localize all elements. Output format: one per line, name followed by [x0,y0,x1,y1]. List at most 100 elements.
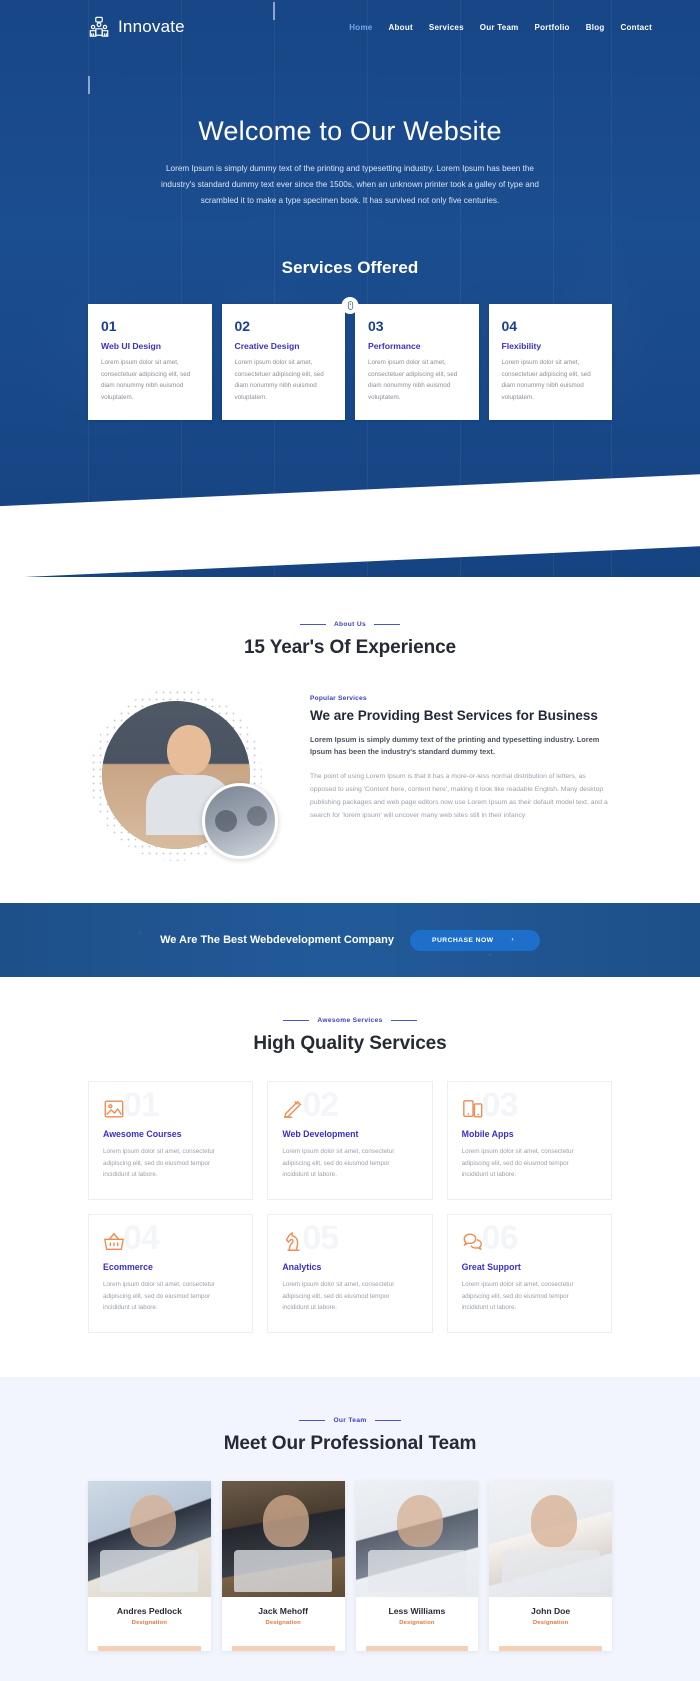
purchase-now-button[interactable]: PURCHASE NOW › [410,929,540,951]
hqs-card-text: Lorem ipsum dolor sit amet, consectetur … [103,1148,215,1179]
hqs-card-name: Mobile Apps [461,1129,514,1139]
team-title: Meet Our Professional Team [223,1432,477,1454]
team-member-info: Less Williams Designation [356,1597,479,1638]
hqs-eyebrow: Awesome Services [88,1017,612,1024]
hqs-card-name: Ecommerce [103,1261,153,1272]
team-member-name: Jack Mehoff [258,1605,308,1616]
brand-logo[interactable]: Innovate [88,16,185,38]
about-images [88,687,284,865]
hqs-card[interactable]: 03 Mobile Apps Lorem ipsum dolor sit ame… [446,1081,612,1200]
hqs-card[interactable]: 02 Web Development Lorem ipsum dolor sit… [267,1081,433,1200]
team-card-accent-bar [365,1645,469,1651]
service-text: Lorem ipsum dolor sit amet, consectetuer… [101,358,191,401]
shopping-basket-icon [103,1231,125,1253]
hqs-ghost-number: 01 [123,1086,160,1124]
nav-link-blog[interactable]: Blog [586,23,605,32]
team-member-photo [221,1480,345,1597]
team-eyebrow-label: Our Team [333,1416,367,1424]
service-number: 01 [101,317,117,334]
eyebrow-rule-right [374,624,401,625]
service-card[interactable]: 01 Web UI Design Lorem ipsum dolor sit a… [88,303,212,420]
image-icon [103,1098,125,1120]
hqs-card-name: Web Development [282,1129,359,1139]
hqs-title: High Quality Services [253,1033,447,1054]
eyebrow-rule-left [299,624,326,625]
team-member-photo [355,1480,479,1597]
team-member-role: Designation [399,1619,435,1626]
services-offered-title: Services Offered [281,257,419,277]
about-lead-text: Lorem Ipsum is simply dummy text of the … [310,735,600,757]
service-card[interactable]: 04 Flexibility Lorem ipsum dolor sit ame… [488,303,612,420]
landing-page: Innovate Home About Services Our Team Po… [0,0,700,1681]
team-member-name: John Doe [531,1605,571,1616]
about-copy: Popular Services We are Providing Best S… [310,687,612,823]
team-member-card[interactable]: Jack Mehoff Designation [221,1480,345,1651]
about-eyebrow-label: About Us [333,621,367,628]
team-eyebrow: Our Team [88,1417,612,1424]
hqs-card-name: Great Support [461,1261,521,1272]
hqs-ghost-number: 02 [302,1086,339,1124]
service-card[interactable]: 03 Performance Lorem ipsum dolor sit ame… [355,303,479,420]
hqs-ghost-number: 05 [302,1218,339,1257]
team-member-role: Designation [131,1619,168,1626]
about-secondary-photo [202,783,278,859]
hqs-card-text: Lorem ipsum dolor sit amet, consectetur … [103,1280,215,1312]
team-member-info: John Doe Designation [489,1597,612,1638]
service-card[interactable]: 02 Creative Design Lorem ipsum dolor sit… [221,303,345,420]
team-member-role: Designation [265,1619,301,1626]
team-member-card[interactable]: Less Williams Designation [355,1480,479,1651]
service-name: Performance [368,340,421,351]
about-section: About Us 15 Year's Of Experience Popular… [0,577,700,903]
nav-link-about[interactable]: About [389,23,413,32]
about-heading: We are Providing Best Services for Busin… [310,708,598,723]
team-card-accent-bar [98,1645,201,1651]
nav-links: Home About Services Our Team Portfolio B… [349,23,652,32]
eyebrow-rule-left [283,1020,310,1021]
cta-text: We Are The Best Webdevelopment Company [160,934,395,946]
mobile-devices-icon [462,1098,484,1120]
services-offered-grid: 01 Web UI Design Lorem ipsum dolor sit a… [0,303,700,420]
team-member-name: Andres Pedlock [116,1605,182,1616]
team-member-role: Designation [532,1619,569,1626]
hqs-grid: 01 Awesome Courses Lorem ipsum dolor sit… [88,1081,612,1333]
top-navbar: Innovate Home About Services Our Team Po… [0,0,700,54]
high-quality-services-section: Awesome Services High Quality Services 0… [0,977,700,1377]
service-number: 04 [501,317,518,334]
team-grid: Andres Pedlock Designation Jack Mehoff D… [88,1480,612,1651]
nav-link-our-team[interactable]: Our Team [480,23,519,32]
about-row: Popular Services We are Providing Best S… [88,687,612,865]
services-offered-section: Services Offered 01 Web UI Design Lorem … [0,258,700,420]
hqs-card[interactable]: 06 Great Support Lorem ipsum dolor sit a… [446,1213,612,1333]
scroll-down-button[interactable] [341,297,359,314]
eyebrow-rule-left [299,1419,326,1421]
about-kicker: Popular Services [310,695,367,702]
hero-title: Welcome to Our Website [198,116,502,146]
hqs-card-text: Lorem ipsum dolor sit amet, consectetur … [282,1280,395,1312]
hqs-card[interactable]: 04 Ecommerce Lorem ipsum dolor sit amet,… [88,1213,254,1333]
hqs-ghost-number: 04 [123,1218,160,1257]
hero-subtitle: Lorem Ipsum is simply dummy text of the … [161,164,539,205]
hqs-card[interactable]: 01 Awesome Courses Lorem ipsum dolor sit… [88,1081,254,1200]
nav-link-contact[interactable]: Contact [620,23,652,32]
people-group-icon [88,16,110,38]
service-text: Lorem ipsum dolor sit amet, consectetuer… [368,358,458,401]
team-member-card[interactable]: Andres Pedlock Designation [88,1480,211,1651]
team-member-info: Andres Pedlock Designation [88,1597,211,1638]
purchase-now-label: PURCHASE NOW [432,936,494,944]
team-member-info: Jack Mehoff Designation [222,1597,345,1638]
nav-link-services[interactable]: Services [429,23,464,32]
hqs-ghost-number: 06 [481,1218,519,1257]
hqs-ghost-number: 03 [481,1086,519,1124]
chevron-right-icon: › [511,937,514,943]
hero-content: Welcome to Our Website Lorem Ipsum is si… [0,54,700,209]
hqs-eyebrow-label: Awesome Services [317,1017,383,1024]
team-member-card[interactable]: John Doe Designation [489,1480,612,1651]
hqs-card-text: Lorem ipsum dolor sit amet, consectetur … [461,1148,574,1179]
nav-link-home[interactable]: Home [349,23,372,32]
about-title: 15 Year's Of Experience [243,637,457,658]
brand-name: Innovate [118,17,185,36]
about-body-text: The point of using Lorem Ipsum is that i… [310,772,608,820]
nav-link-portfolio[interactable]: Portfolio [535,23,570,32]
hqs-card[interactable]: 05 Analytics Lorem ipsum dolor sit amet,… [267,1213,433,1333]
team-member-photo [489,1480,612,1597]
